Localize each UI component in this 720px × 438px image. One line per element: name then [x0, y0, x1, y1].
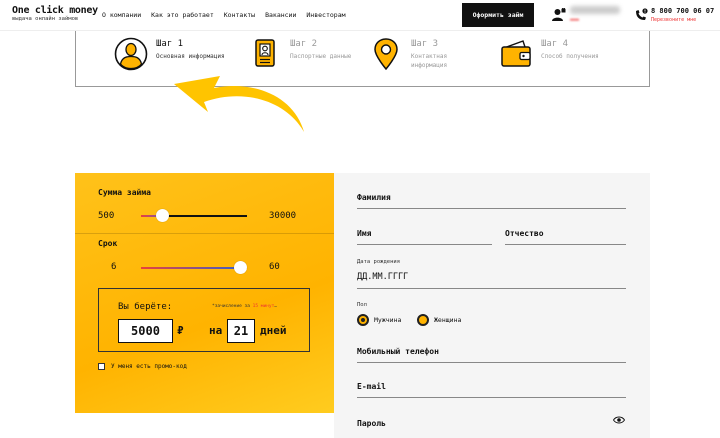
- gender-male-label: Мужчина: [374, 316, 402, 324]
- user-name-blurred[interactable]: [570, 6, 620, 14]
- nav-about[interactable]: О компании: [102, 11, 141, 19]
- amount-slider[interactable]: [141, 209, 247, 223]
- gender-female-label: Женщина: [434, 316, 462, 324]
- radio-unchecked-icon[interactable]: [417, 314, 429, 326]
- step-2-title: Шаг 2: [290, 39, 318, 49]
- term-slider-fill: [141, 267, 241, 269]
- gender-female-radio[interactable]: Женщина: [417, 314, 461, 326]
- step-4-desc: Способ получения: [541, 53, 599, 60]
- nav-contacts[interactable]: Контакты: [224, 11, 255, 19]
- gender-label: Пол: [357, 302, 367, 308]
- phone-number[interactable]: 8 800 700 06 07: [651, 7, 714, 15]
- note-prefix: *зачисление за: [212, 304, 253, 309]
- step-3-desc-line-1: Контактная: [411, 53, 448, 60]
- promo-code-toggle[interactable]: У меня есть промо-код: [98, 363, 187, 370]
- promo-checkbox[interactable]: [98, 363, 105, 370]
- logo-title: One click money: [12, 5, 98, 16]
- note-highlight: 15 минут: [252, 304, 275, 309]
- radio-checked-icon[interactable]: [357, 314, 369, 326]
- step-3-desc: Контактная информация: [411, 52, 447, 70]
- amount-max: 30000: [269, 211, 297, 221]
- logo[interactable]: One click money выдача онлайн займов: [12, 5, 98, 22]
- phone-input[interactable]: [357, 362, 626, 363]
- passport-icon: [255, 39, 275, 67]
- user-icon: [114, 37, 148, 71]
- step-1-desc: Основная информация: [156, 53, 225, 60]
- email-input[interactable]: [357, 397, 626, 398]
- steps-progress: Шаг 1 Основная информация Шаг 2 Паспортн…: [75, 31, 650, 87]
- header: One click money выдача онлайн займов О к…: [0, 0, 720, 31]
- step-2-desc: Паспортные данные: [290, 53, 352, 60]
- wallet-icon: [501, 40, 531, 67]
- surname-input[interactable]: [357, 208, 626, 209]
- transfer-note: *зачисление за 15 минут…: [212, 304, 277, 309]
- days-input[interactable]: 21: [227, 319, 255, 343]
- patronymic-input[interactable]: [505, 244, 626, 245]
- step-2: Шаг 2 Паспортные данные: [248, 37, 351, 71]
- note-suffix: …: [274, 304, 278, 309]
- callback-link[interactable]: Перезвоните мне: [651, 17, 696, 23]
- step-3-desc-line-2: информация: [411, 62, 448, 69]
- amount-slider-track: [162, 215, 247, 217]
- nav-how-it-works[interactable]: Как это работает: [151, 11, 214, 19]
- location-pin-icon: [374, 38, 398, 71]
- nav-investors[interactable]: Инвесторам: [306, 11, 345, 19]
- pointer-arrow-icon: [174, 76, 304, 132]
- password-label: Пароль: [357, 419, 386, 428]
- personal-info-form: Фамилия Имя Отчество Дата рождения ДД.ММ…: [334, 173, 650, 438]
- email-label: E-mail: [357, 382, 386, 391]
- step-1: Шаг 1 Основная информация: [114, 37, 225, 71]
- promo-label: У меня есть промо-код: [111, 363, 187, 370]
- main-nav: О компании Как это работает Контакты Вак…: [102, 11, 346, 19]
- on-label: на: [209, 324, 223, 337]
- step-3: Шаг 3 Контактная информация: [369, 37, 447, 71]
- name-input[interactable]: [357, 244, 492, 245]
- gender-male-radio[interactable]: Мужчина: [357, 314, 401, 326]
- birth-date-label: Дата рождения: [357, 259, 401, 265]
- user-sub-blurred: ▬▬▬: [570, 17, 580, 23]
- step-3-title: Шаг 3: [411, 39, 439, 49]
- days-label: дней: [260, 324, 287, 337]
- birth-date-input[interactable]: ДД.ММ.ГГГГ: [357, 272, 408, 282]
- phone-icon: [636, 8, 648, 20]
- term-slider-thumb[interactable]: [234, 261, 247, 274]
- calc-divider: [75, 233, 334, 234]
- user-lock-icon[interactable]: [552, 8, 566, 22]
- amount-label: Сумма займа: [98, 188, 151, 197]
- term-min: 6: [111, 262, 117, 272]
- term-slider[interactable]: [141, 261, 247, 275]
- term-max: 60: [269, 262, 280, 272]
- nav-vacancies[interactable]: Вакансии: [265, 11, 296, 19]
- step-4: Шаг 4 Способ получения: [499, 37, 599, 71]
- patronymic-label: Отчество: [505, 229, 544, 238]
- phone-label: Мобильный телефон: [357, 347, 439, 356]
- surname-label: Фамилия: [357, 193, 391, 202]
- summary-box: Вы берёте: *зачисление за 15 минут… 5000…: [98, 288, 310, 352]
- logo-subtitle: выдача онлайн займов: [12, 16, 79, 22]
- eye-icon[interactable]: [613, 416, 625, 424]
- apply-loan-button[interactable]: Оформить займ: [462, 3, 534, 27]
- take-label: Вы берёте:: [118, 302, 173, 312]
- currency-sign: ₽: [177, 324, 184, 337]
- birth-date-underline: [357, 288, 626, 289]
- step-4-title: Шаг 4: [541, 39, 569, 49]
- amount-slider-thumb[interactable]: [155, 209, 169, 222]
- amount-min: 500: [98, 211, 115, 221]
- term-label: Срок: [98, 239, 118, 248]
- loan-calculator: Сумма займа 500 30000 Срок 6 60 Вы берёт…: [75, 173, 334, 413]
- amount-input[interactable]: 5000: [118, 319, 173, 343]
- name-label: Имя: [357, 229, 372, 238]
- step-1-title: Шаг 1: [156, 39, 184, 49]
